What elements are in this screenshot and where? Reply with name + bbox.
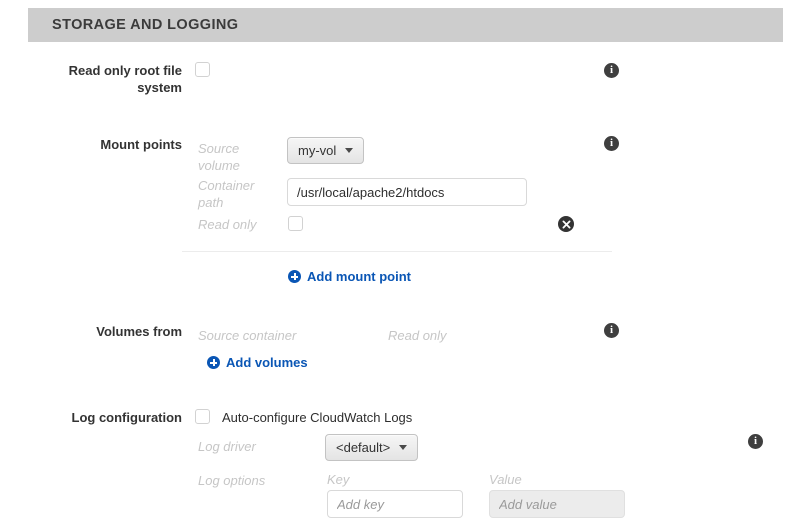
container-path-input[interactable] xyxy=(287,178,527,206)
chevron-down-icon xyxy=(345,148,354,153)
source-volume-dropdown[interactable]: my-vol xyxy=(287,137,365,164)
log-driver-label: Log driver xyxy=(198,439,256,454)
log-configuration-label: Log configuration xyxy=(71,410,182,425)
log-driver-dropdown-value: <default> xyxy=(336,440,391,455)
chevron-down-icon xyxy=(399,445,408,450)
source-volume-label: Source volume xyxy=(198,141,240,173)
mount-point-read-only-label: Read only xyxy=(198,217,257,232)
auto-configure-cloudwatch-logs-label: Auto-configure CloudWatch Logs xyxy=(222,410,413,425)
container-path-label: Container path xyxy=(198,178,255,210)
plus-circle-icon xyxy=(288,270,301,283)
info-icon[interactable]: i xyxy=(604,63,619,78)
add-mount-point-link[interactable]: Add mount point xyxy=(288,269,411,284)
plus-circle-icon xyxy=(207,356,220,369)
log-options-label: Log options xyxy=(198,473,266,488)
log-options-key-input[interactable] xyxy=(327,490,463,518)
volumes-from-source-container-header: Source container xyxy=(198,328,297,343)
add-volumes-link[interactable]: Add volumes xyxy=(207,355,308,370)
section-header: STORAGE AND LOGGING xyxy=(28,8,783,42)
mount-point-read-only-checkbox[interactable] xyxy=(288,216,303,231)
log-options-value-input[interactable] xyxy=(489,490,625,518)
add-volumes-label: Add volumes xyxy=(226,355,308,370)
mount-points-divider xyxy=(182,251,612,252)
info-icon[interactable]: i xyxy=(604,323,619,338)
log-options-key-header: Key xyxy=(327,472,350,487)
info-icon[interactable]: i xyxy=(748,434,763,449)
log-options-value-header: Value xyxy=(489,472,522,487)
volumes-from-read-only-header: Read only xyxy=(388,328,447,343)
section-title: STORAGE AND LOGGING xyxy=(52,17,239,33)
storage-and-logging-panel: STORAGE AND LOGGING Read only root file … xyxy=(0,0,807,532)
add-mount-point-label: Add mount point xyxy=(307,269,411,284)
auto-configure-cloudwatch-logs-checkbox[interactable] xyxy=(195,409,210,424)
volumes-from-label: Volumes from xyxy=(96,324,182,339)
read-only-root-file-system-label: Read only root file system xyxy=(68,63,182,95)
mount-points-label: Mount points xyxy=(100,137,182,152)
source-volume-dropdown-value: my-vol xyxy=(298,143,337,158)
remove-circle-icon[interactable] xyxy=(558,216,574,232)
log-driver-dropdown[interactable]: <default> xyxy=(325,434,419,461)
info-icon[interactable]: i xyxy=(604,136,619,151)
read-only-root-file-system-checkbox[interactable] xyxy=(195,62,210,77)
